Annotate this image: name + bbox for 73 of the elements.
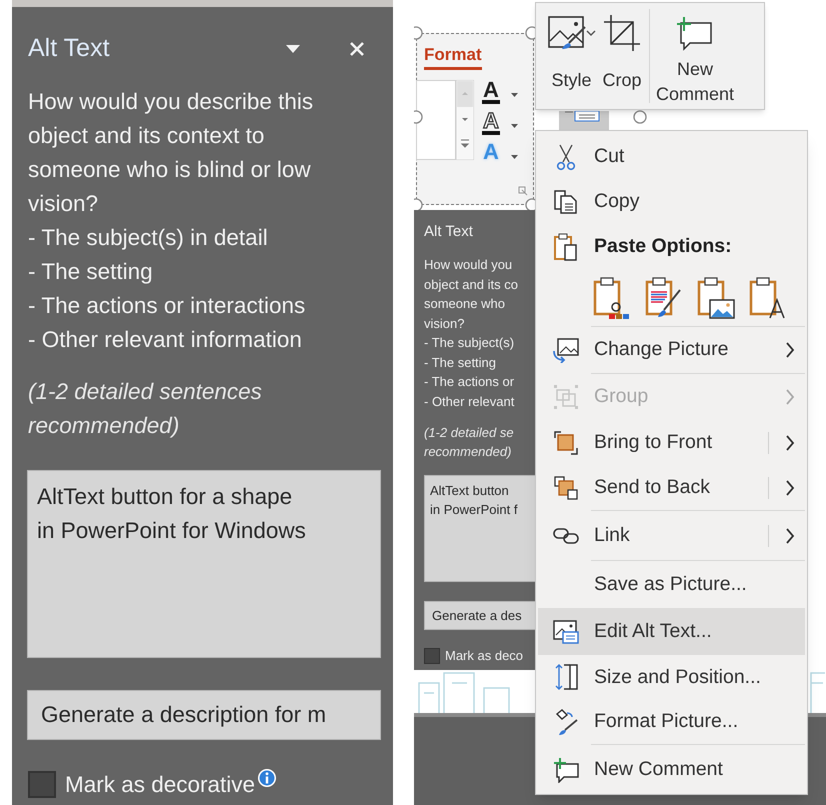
generate-description-button[interactable]: Generate a description for m — [27, 690, 381, 740]
instructions-text: - The actions or — [424, 373, 516, 391]
instructions-text: - The subject(s) — [424, 334, 516, 352]
crop-icon — [602, 13, 642, 53]
paste-picture-icon[interactable] — [696, 276, 736, 320]
chevron-right-icon — [785, 528, 795, 544]
caret-icon[interactable] — [511, 124, 518, 128]
change-picture-icon — [552, 336, 580, 363]
menu-section-header: Paste Options: — [594, 234, 732, 259]
font-style-button[interactable]: A — [482, 111, 500, 135]
field-text: AltText button — [430, 482, 510, 500]
selection-handle-icon[interactable] — [633, 110, 647, 124]
checkbox-label: Mark as decorative — [65, 771, 256, 799]
menu-item[interactable]: Save as Picture... — [538, 560, 805, 608]
send-backward-icon — [553, 474, 579, 501]
info-icon[interactable] — [257, 768, 278, 788]
group-icon — [553, 384, 579, 410]
generate-description-button[interactable]: Generate a des — [424, 601, 535, 630]
pane-title: Alt Text — [28, 33, 111, 64]
alt-text-field[interactable]: AltText button in PowerPoint f — [424, 475, 535, 582]
caret-icon — [586, 30, 596, 36]
menu-item[interactable]: Copy — [538, 179, 805, 224]
chevron-right-icon — [785, 388, 795, 405]
menu-item[interactable]: Edit Alt Text... — [538, 608, 805, 656]
menu-item[interactable]: Format Picture... — [538, 699, 805, 744]
alt-text-button[interactable] — [559, 111, 609, 130]
menu-item[interactable]: New Comment — [538, 745, 805, 794]
instructions-text: How would you describe this object and its context to someone who is blind or low vision? - The subject(s) in detail - The setting - The actions or interactions - Other relevant information — [28, 88, 314, 354]
instructions-text: object and its co — [424, 276, 519, 294]
comment-icon — [552, 756, 580, 783]
copy-icon — [553, 188, 579, 214]
field-text: in PowerPoint f — [430, 501, 518, 519]
menu-item[interactable]: Send to Back — [538, 465, 805, 510]
hint-text: (1-2 detailed sentences recommended) — [28, 378, 263, 440]
alt-text-icon — [552, 618, 580, 645]
alt-text-field[interactable]: AltText button for a shape in PowerPoint for Windows — [27, 470, 381, 658]
format-brush-icon — [553, 708, 579, 736]
instructions-text: How would you — [424, 256, 514, 274]
link-icon — [552, 526, 580, 546]
menu-item[interactable]: Link — [538, 511, 805, 560]
checkbox[interactable] — [424, 648, 440, 664]
bring-forward-icon — [553, 430, 579, 456]
paste-keep-formatting-icon[interactable] — [592, 276, 632, 320]
pane-title: Alt Text — [424, 222, 474, 242]
gallery-scrollbar[interactable] — [456, 80, 474, 160]
menu-item[interactable]: Bring to Front — [538, 420, 805, 466]
size-icon — [553, 663, 579, 692]
toolbar-button[interactable]: Crop — [599, 9, 645, 103]
scissors-icon — [554, 142, 578, 170]
hint-text: (1-2 detailed se — [424, 424, 515, 442]
instructions-text: someone who — [424, 295, 506, 313]
close-icon[interactable] — [350, 42, 364, 56]
clipboard-icon — [553, 232, 579, 260]
instructions-text: - Other relevant — [424, 392, 516, 410]
dialog-launcher-icon[interactable] — [518, 186, 528, 196]
ribbon-tab[interactable]: Format — [424, 45, 482, 70]
menu-item[interactable]: Change Picture — [538, 326, 805, 373]
chevron-right-icon — [785, 480, 795, 496]
instructions-text: - The setting — [424, 354, 498, 372]
caret-icon[interactable] — [511, 93, 518, 97]
chevron-right-icon — [785, 342, 795, 358]
instructions-text: vision? — [424, 314, 466, 332]
caret-icon[interactable] — [511, 155, 518, 159]
toolbar-button[interactable]: New Comment — [649, 9, 738, 103]
menu-item[interactable]: Cut — [538, 134, 805, 179]
dropdown-icon[interactable] — [286, 45, 300, 53]
font-style-button[interactable]: A — [482, 80, 500, 104]
checkbox[interactable] — [28, 771, 56, 798]
toolbar-button[interactable]: Style — [544, 9, 599, 103]
hint-text: recommended) — [424, 443, 512, 461]
checkbox-label: Mark as deco — [445, 647, 524, 665]
menu-item[interactable]: Size and Position... — [538, 655, 805, 700]
chevron-right-icon — [785, 434, 795, 451]
